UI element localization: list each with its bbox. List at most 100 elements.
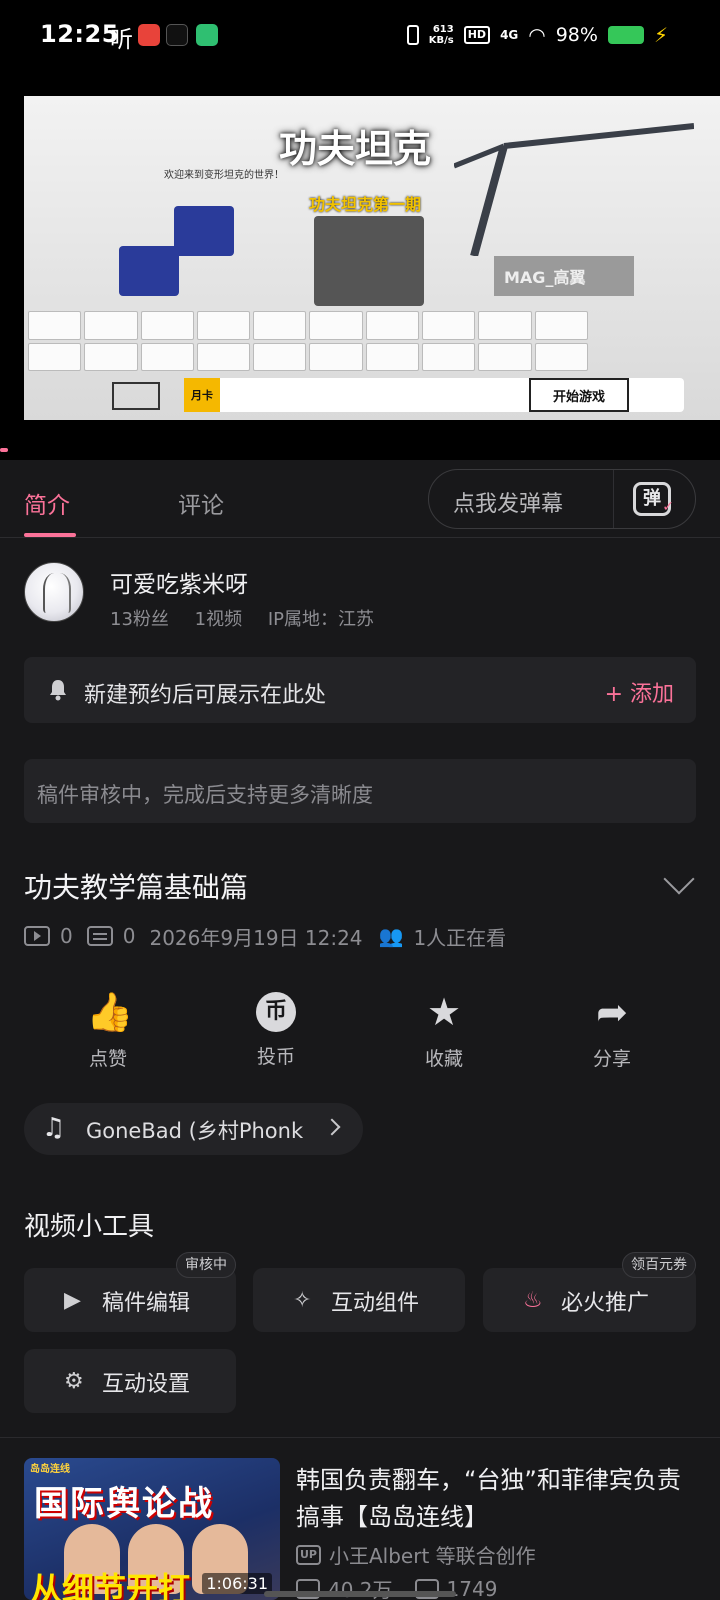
tiktok-app-icon — [166, 24, 188, 46]
crane-graphic — [454, 123, 694, 256]
tool-interactive-settings-button[interactable]: ⚙ 互动设置 — [24, 1349, 236, 1413]
weibo-app-icon — [138, 24, 160, 46]
chevron-down-icon[interactable] — [663, 863, 695, 895]
video-meta: 0 0 2026年9月19日 12:24 👥 1人正在看 — [24, 922, 506, 950]
net-speed-value: 613 — [432, 24, 454, 35]
uploader-fans: 13粉丝 — [110, 609, 169, 630]
danmaku-count: 0 — [122, 924, 136, 948]
coin-icon: 币 — [256, 992, 296, 1032]
video-overlay-level: MAG_高翼 — [494, 256, 634, 296]
tool-badge: 审核中 — [176, 1252, 236, 1278]
play-count: 0 — [60, 924, 73, 948]
battery-icon — [607, 26, 644, 44]
like-label: 点赞 — [88, 1048, 127, 1070]
chevron-right-icon — [323, 1118, 341, 1136]
tab-comments[interactable]: 评论 — [178, 486, 224, 520]
action-row: 👍 点赞 币 投币 ★ 收藏 ➦ 分享 — [0, 990, 720, 1070]
hd-icon: HD — [463, 26, 491, 44]
tool-edit-button[interactable]: ▶ 稿件编辑 审核中 — [24, 1252, 236, 1332]
tool-badge: 领百元券 — [622, 1252, 696, 1278]
coin-button[interactable]: 币 投币 — [221, 990, 331, 1069]
uploader-name[interactable]: 可爱吃紫米呀 — [110, 565, 248, 599]
share-button[interactable]: ➦ 分享 — [557, 990, 667, 1071]
progress-indicator[interactable] — [0, 448, 8, 452]
tool-interactive-button[interactable]: ✧ 互动组件 — [253, 1268, 465, 1332]
publish-date: 2026年9月19日 12:24 — [149, 925, 363, 950]
favorite-label: 收藏 — [424, 1048, 463, 1070]
fire-icon: ♨ — [523, 1288, 543, 1313]
battery-percent: 98% — [555, 24, 598, 46]
viewers-icon: 👥 — [378, 924, 404, 948]
video-overlay-title: 功夫坦克 — [279, 127, 432, 171]
tab-intro[interactable]: 简介 — [24, 486, 70, 520]
recommendation-title[interactable]: 韩国负责翻车，“台独”和菲律宾负责搞事【岛岛连线】 — [296, 1462, 696, 1536]
avatar[interactable] — [24, 562, 84, 622]
like-button[interactable]: 👍 点赞 — [53, 990, 163, 1071]
status-time: 12:25 — [40, 20, 119, 48]
review-notice: 稿件审核中，完成后支持更多清晰度 — [24, 759, 696, 823]
video-overlay-card: 月卡 — [184, 378, 220, 412]
music-chip[interactable]: ♫ GoneBad (乡村Phonk — [24, 1103, 363, 1155]
signal-icon: 4G — [500, 27, 519, 42]
music-title: GoneBad (乡村Phonk — [86, 1119, 304, 1143]
reservation-text: 新建预约后可展示在此处 — [84, 683, 327, 708]
recommendation-uploader[interactable]: UP 小王Albert 等联合创作 — [296, 1540, 536, 1569]
app-notification-icon — [196, 24, 218, 46]
recommendation-thumbnail[interactable]: 岛岛连线 国际舆论战 从细节开打 1:06:31 — [24, 1458, 280, 1600]
music-note-icon: ♫ — [42, 1113, 66, 1143]
video-overlay-start: 开始游戏 — [529, 378, 629, 412]
tools-title: 视频小工具 — [24, 1212, 155, 1242]
net-speed-unit: KB/s — [428, 35, 454, 46]
like-icon: 👍 — [86, 990, 134, 1034]
thumb-top-label: 岛岛连线 — [30, 1464, 70, 1475]
uploader-videos: 1视频 — [194, 609, 243, 630]
review-notice-text: 稿件审核中，完成后支持更多清晰度 — [37, 783, 373, 807]
lock-user-icon: ⚙ — [64, 1369, 84, 1394]
danmaku-placeholder[interactable]: 点我发弹幕 — [453, 486, 563, 518]
net-speed: 613 KB/s — [429, 24, 454, 46]
favorite-button[interactable]: ★ 收藏 — [389, 990, 499, 1071]
tool-label: 互动组件 — [331, 1291, 420, 1316]
danmaku-icon-text: 弹 — [643, 488, 661, 509]
danmaku-input[interactable]: 点我发弹幕 弹 ✓ — [428, 469, 696, 529]
video-overlay-subtitle: 功夫坦克第一期 — [309, 195, 422, 214]
thumb-title: 国际舆论战 — [34, 1484, 214, 1524]
tank-graphic — [314, 216, 424, 306]
puzzle-icon: ✧ — [293, 1288, 312, 1313]
tab-underline — [24, 533, 76, 537]
video-title: 功夫教学篇基础篇 — [24, 871, 249, 904]
play-count-icon — [24, 926, 50, 946]
menu-graphic — [112, 382, 160, 410]
tool-label: 必火推广 — [561, 1291, 650, 1316]
tool-label: 稿件编辑 — [102, 1291, 191, 1316]
coin-label: 投币 — [256, 1046, 295, 1068]
watching-count: 1人正在看 — [413, 925, 507, 950]
wifi-icon: ◠ — [528, 23, 546, 47]
ting-icon: 听 — [110, 27, 133, 53]
uploader-stats: 13粉丝 1视频 IP属地：江苏 — [110, 605, 390, 631]
tool-label: 互动设置 — [102, 1372, 191, 1397]
video-duration: 1:06:31 — [202, 1573, 272, 1594]
reservation-card: 新建预约后可展示在此处 + 添加 — [24, 657, 696, 723]
recommendation-uploader-name: 小王Albert 等联合创作 — [329, 1544, 536, 1568]
up-badge-icon: UP — [296, 1544, 321, 1565]
divider — [613, 470, 614, 528]
divider — [0, 1437, 720, 1438]
tool-promote-button[interactable]: ♨ 必火推广 领百元券 — [483, 1252, 696, 1332]
home-indicator[interactable] — [264, 1591, 456, 1597]
video-frame[interactable]: 欢迎来到变形坦克的世界！ 功夫坦克 功夫坦克第一期 MAG_高翼 月卡 开始游戏 — [24, 96, 720, 420]
status-right-group: 613 KB/s HD 4G ◠ 98% ⚡ — [406, 18, 668, 52]
edit-icon: ▶ — [64, 1288, 81, 1313]
reservation-add-button[interactable]: + 添加 — [605, 676, 674, 708]
tab-bar: 简介 评论 点我发弹幕 弹 ✓ — [0, 460, 720, 538]
vibrate-icon — [406, 25, 419, 45]
share-icon: ➦ — [596, 990, 628, 1034]
status-bar: 12:25 听 613 KB/s HD 4G ◠ 98% ⚡ — [0, 0, 720, 72]
video-overlay-welcome: 欢迎来到变形坦克的世界！ — [164, 170, 284, 181]
video-player[interactable]: 欢迎来到变形坦克的世界！ 功夫坦克 功夫坦克第一期 MAG_高翼 月卡 开始游戏 — [0, 72, 720, 460]
bell-icon — [50, 680, 66, 701]
tank-grid — [28, 311, 588, 371]
share-label: 分享 — [592, 1048, 631, 1070]
danmaku-toggle-icon[interactable]: 弹 ✓ — [633, 482, 674, 516]
gift-box-graphic — [119, 246, 179, 296]
